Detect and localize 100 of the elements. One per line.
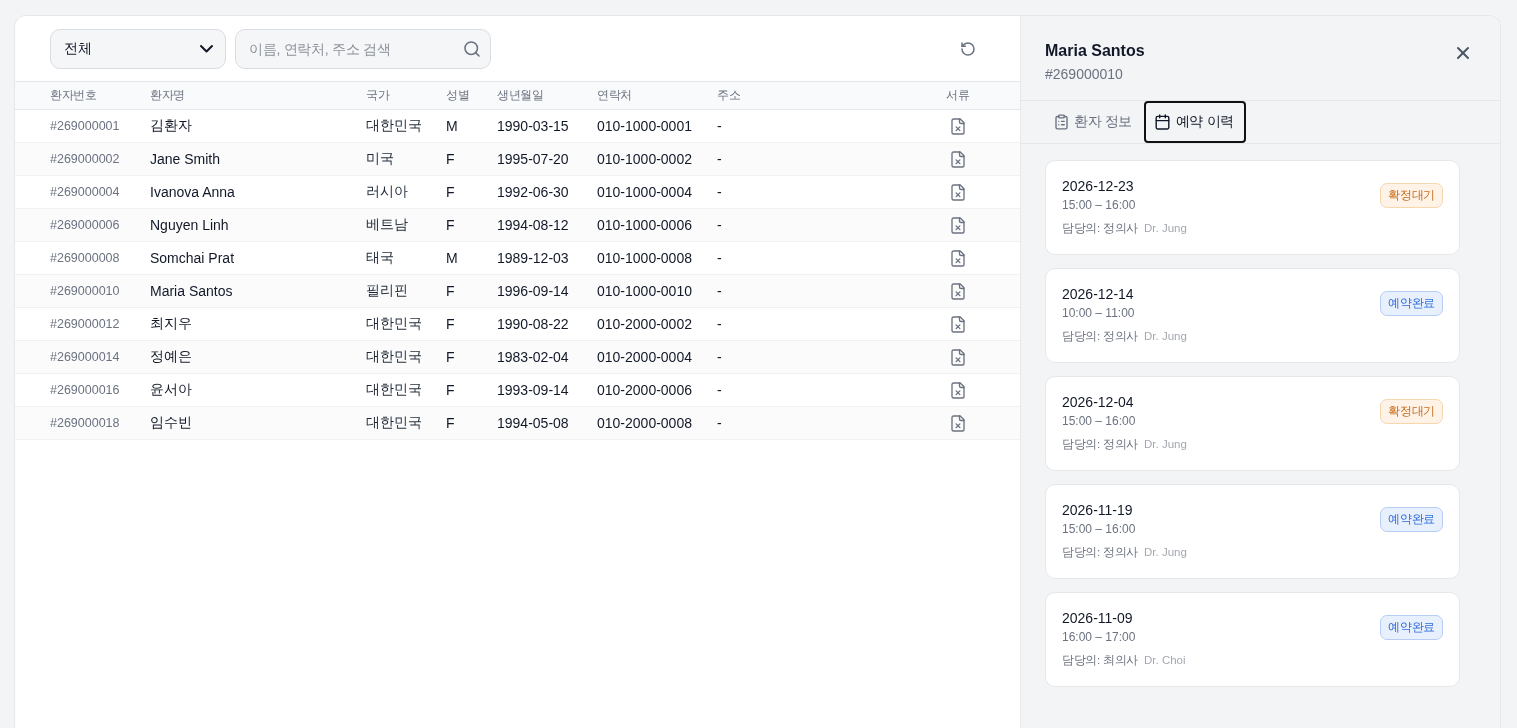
country-cell: 미국 (366, 150, 394, 168)
patient-id-cell: #269000002 (50, 152, 120, 166)
patient-name-cell: Nguyen Linh (150, 217, 229, 233)
status-badge: 예약완료 (1380, 615, 1443, 640)
appointment-card[interactable]: 2026-12-04 15:00 – 16:00 담당의: 정의사 Dr. Jung 확정대기 (1045, 376, 1460, 471)
appointment-date: 2026-12-04 (1062, 393, 1134, 411)
phone-cell: 010-2000-0008 (597, 415, 692, 431)
address-cell: - (717, 184, 722, 200)
doctor-label: 담당의: 정의사 (1062, 221, 1138, 236)
table-row[interactable]: #269000002 Jane Smith 미국 F 1995-07-20 010-1000-0002 - (15, 143, 1020, 176)
doctor-name: Dr. Jung (1144, 329, 1187, 344)
column-header: 생년월일 (497, 87, 544, 104)
doctor-label: 담당의: 정의사 (1062, 329, 1138, 344)
country-cell: 태국 (366, 249, 394, 267)
gender-cell: F (446, 151, 455, 167)
patient-name-cell: 최지우 (150, 315, 192, 333)
chevron-down-icon (201, 45, 212, 52)
patient-id-cell: #269000018 (50, 416, 120, 430)
phone-cell: 010-2000-0004 (597, 349, 692, 365)
patient-name-cell: Maria Santos (150, 283, 233, 299)
patient-id-cell: #269000012 (50, 317, 120, 331)
phone-cell: 010-1000-0001 (597, 118, 692, 134)
column-header: 주소 (717, 87, 741, 104)
appointment-date: 2026-11-09 (1062, 609, 1133, 627)
file-x-icon[interactable] (952, 118, 964, 134)
status-badge: 예약완료 (1380, 291, 1443, 316)
appointment-time: 10:00 – 11:00 (1062, 305, 1135, 321)
file-x-icon[interactable] (952, 382, 964, 398)
file-x-icon[interactable] (952, 250, 964, 266)
country-cell: 대한민국 (366, 117, 422, 135)
table-row[interactable]: #269000006 Nguyen Linh 베트남 F 1994-08-12 010-1000-0006 - (15, 209, 1020, 242)
tab[interactable]: 환자 정보 (1044, 101, 1144, 143)
file-x-icon[interactable] (952, 316, 964, 332)
search-icon (465, 41, 479, 56)
file-x-icon[interactable] (952, 349, 964, 365)
birth-date-cell: 1990-08-22 (497, 316, 569, 332)
file-x-icon[interactable] (952, 184, 964, 200)
patient-name-cell: 임수빈 (150, 414, 192, 432)
phone-cell: 010-1000-0006 (597, 217, 692, 233)
patient-id-cell: #269000010 (50, 284, 120, 298)
column-header: 연락처 (597, 87, 633, 104)
patient-id-cell: #269000004 (50, 185, 120, 199)
appointment-date: 2026-12-23 (1062, 177, 1134, 195)
file-x-icon[interactable] (952, 283, 964, 299)
status-badge: 확정대기 (1380, 399, 1443, 424)
patient-name-cell: 윤서아 (150, 381, 192, 399)
appointment-card[interactable]: 2026-12-23 15:00 – 16:00 담당의: 정의사 Dr. Jung 확정대기 (1045, 160, 1460, 255)
country-cell: 필리핀 (366, 282, 408, 300)
gender-cell: F (446, 415, 455, 431)
patient-id-cell: #269000016 (50, 383, 120, 397)
table-row[interactable]: #269000018 임수빈 대한민국 F 1994-05-08 010-2000-0008 - (15, 407, 1020, 440)
file-x-icon[interactable] (952, 415, 964, 431)
gender-cell: F (446, 184, 455, 200)
table-row[interactable]: #269000014 정예은 대한민국 F 1983-02-04 010-2000-0004 - (15, 341, 1020, 374)
patient-name-cell: Ivanova Anna (150, 184, 235, 200)
doctor-label: 담당의: 정의사 (1062, 545, 1138, 560)
file-x-icon[interactable] (952, 151, 964, 167)
doctor-label: 담당의: 최의사 (1062, 653, 1138, 668)
phone-cell: 010-2000-0006 (597, 382, 692, 398)
patient-name-cell: Jane Smith (150, 151, 221, 167)
gender-cell: F (446, 217, 455, 233)
birth-date-cell: 1989-12-03 (497, 250, 569, 266)
search-field[interactable]: 이름, 연락처, 주소 검색 (235, 28, 491, 69)
doctor-name: Dr. Choi (1144, 653, 1186, 668)
calendar-icon (1155, 115, 1169, 129)
address-cell: - (717, 151, 722, 167)
address-cell: - (717, 349, 722, 365)
doctor-name: Dr. Jung (1144, 437, 1187, 452)
patient-name-title: Maria Santos (1045, 41, 1145, 61)
birth-date-cell: 1990-03-15 (497, 118, 569, 134)
patient-id-cell: #269000008 (50, 251, 120, 265)
address-cell: - (717, 250, 722, 266)
birth-date-cell: 1996-09-14 (497, 283, 569, 299)
country-cell: 베트남 (366, 216, 408, 234)
address-cell: - (717, 415, 722, 431)
appointment-card[interactable]: 2026-11-19 15:00 – 16:00 담당의: 정의사 Dr. Jung 예약완료 (1045, 484, 1460, 579)
refresh-icon (962, 42, 974, 55)
patient-name-cell: Somchai Prat (150, 250, 235, 266)
filter-select[interactable]: 전체 (50, 28, 226, 69)
gender-cell: M (446, 250, 458, 266)
table-row[interactable]: #269000010 Maria Santos 필리핀 F 1996-09-14 010-1000-0010 - (15, 275, 1020, 308)
address-cell: - (717, 316, 722, 332)
birth-date-cell: 1992-06-30 (497, 184, 569, 200)
appointment-date: 2026-11-19 (1062, 501, 1133, 519)
file-x-icon[interactable] (952, 217, 964, 233)
phone-cell: 010-1000-0010 (597, 283, 692, 299)
tab[interactable]: 예약 이력 (1143, 101, 1246, 143)
address-cell: - (717, 382, 722, 398)
country-cell: 러시아 (366, 183, 408, 201)
patient-name-cell: 김환자 (150, 117, 192, 135)
patient-id-cell: #269000006 (50, 218, 120, 232)
birth-date-cell: 1995-07-20 (497, 151, 569, 167)
appointment-card[interactable]: 2026-12-14 10:00 – 11:00 담당의: 정의사 Dr. Jung 예약완료 (1045, 268, 1460, 363)
column-header: 서류 (946, 87, 970, 104)
column-header: 환자번호 (50, 87, 97, 104)
clipboard-icon (1056, 115, 1067, 129)
close-icon (1458, 48, 1468, 58)
status-badge: 확정대기 (1380, 183, 1443, 208)
appointment-card[interactable]: 2026-11-09 16:00 – 17:00 담당의: 최의사 Dr. Choi 예약완료 (1045, 592, 1460, 687)
appointment-time: 15:00 – 16:00 (1062, 197, 1136, 213)
